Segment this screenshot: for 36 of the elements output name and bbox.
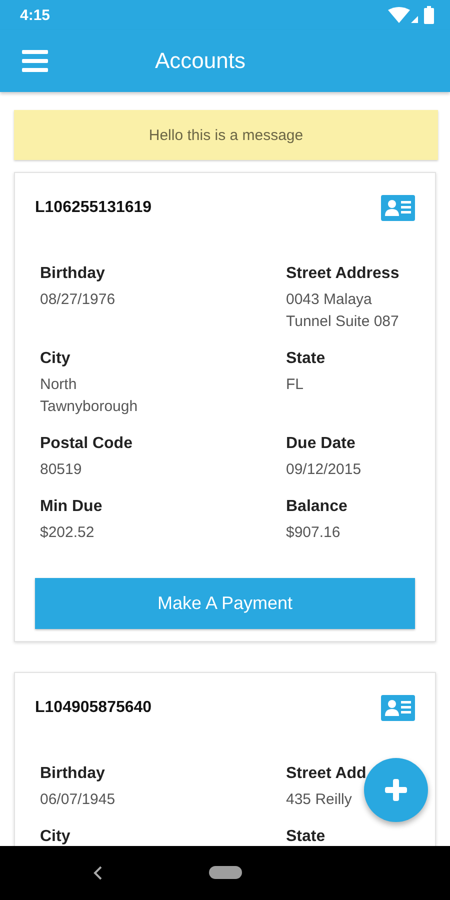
wifi-icon (388, 7, 418, 23)
account-number: L104905875640 (35, 699, 152, 717)
field-value: North Tawnyborough (40, 375, 138, 417)
battery-icon (424, 6, 434, 24)
field-label: Balance (286, 498, 348, 516)
field-value: 80519 (40, 460, 82, 480)
message-banner: Hello this is a message (14, 110, 438, 160)
menu-icon[interactable] (22, 50, 48, 72)
back-icon[interactable] (93, 866, 102, 880)
field-label: Birthday (40, 265, 105, 283)
status-time: 4:15 (20, 6, 50, 24)
screen-title: Accounts (155, 48, 246, 74)
home-handle[interactable] (209, 866, 242, 879)
field-label: Min Due (40, 498, 102, 516)
field-label: Birthday (40, 765, 105, 783)
field-label: State (286, 350, 326, 368)
field-value: 0043 Malaya Tunnel Suite 087 (286, 290, 399, 332)
field-value: 435 Reilly (286, 790, 352, 810)
field-label: City (40, 350, 70, 368)
field-value: $202.52 (40, 523, 94, 543)
field-label: Postal Code (40, 435, 132, 453)
field-value: 06/07/1945 (40, 790, 116, 810)
field-label: Street Address (286, 265, 400, 283)
field-value: 08/27/1976 (40, 290, 116, 310)
make-payment-button[interactable]: Make A Payment (35, 578, 415, 629)
plus-icon (385, 779, 407, 801)
contact-card-icon[interactable] (381, 695, 415, 721)
field-label: State (286, 828, 326, 846)
field-value: FL (286, 375, 304, 395)
contact-card-icon[interactable] (381, 195, 415, 221)
account-number: L106255131619 (35, 199, 152, 217)
field-value: 09/12/2015 (286, 460, 362, 480)
field-label: City (40, 828, 70, 846)
field-value: $907.16 (286, 523, 340, 543)
field-label: Due Date (286, 435, 356, 453)
field-label: Street Add (286, 765, 366, 783)
